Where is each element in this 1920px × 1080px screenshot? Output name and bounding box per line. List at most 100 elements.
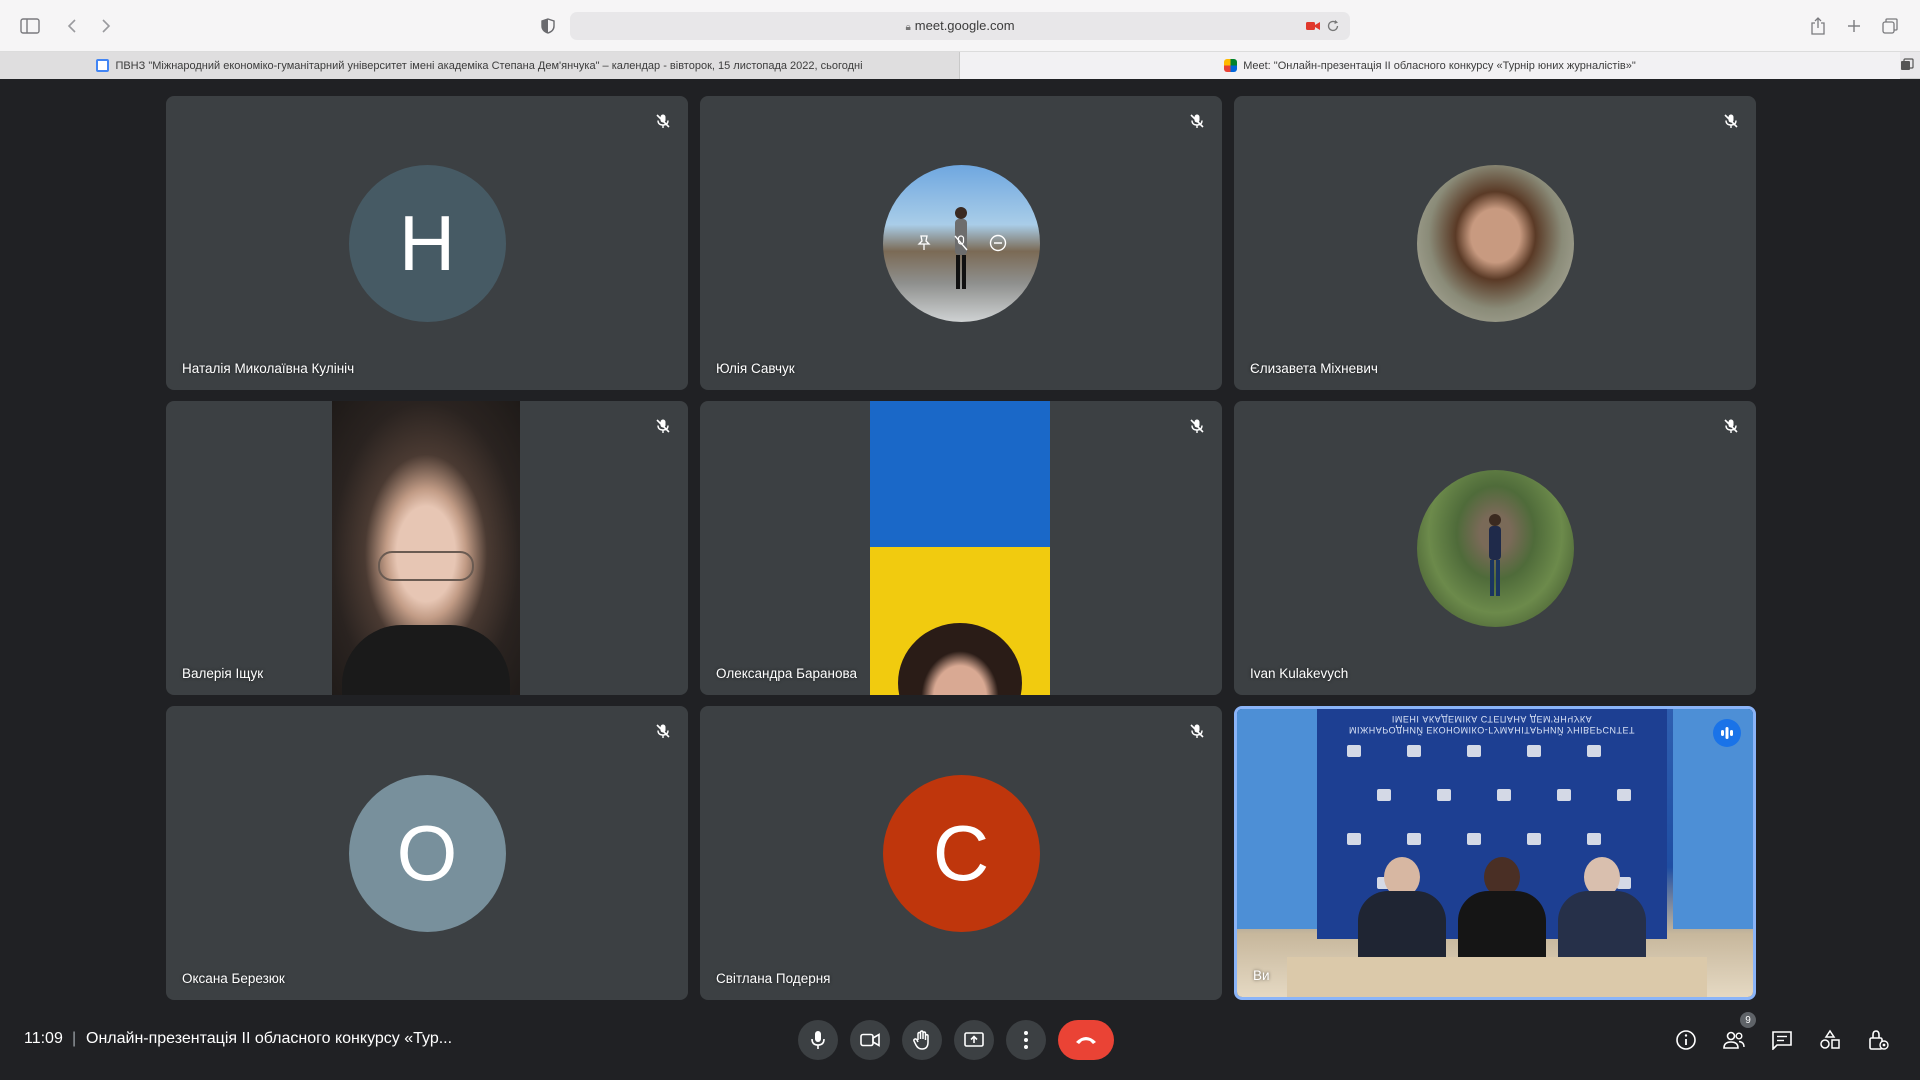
clock: 11:09 (24, 1030, 63, 1047)
participant-name: Світлана Подерня (716, 971, 831, 986)
meeting-details-button[interactable] (1672, 1026, 1700, 1054)
participant-name: Валерія Іщук (182, 666, 264, 681)
meeting-title: Онлайн-презентація ІІ обласного конкурсу… (86, 1030, 453, 1047)
logo-mark (1377, 789, 1391, 801)
logo-mark (1617, 789, 1631, 801)
participant-tile[interactable]: Н Наталія Миколаївна Кулініч (166, 96, 688, 390)
google-calendar-icon (96, 59, 110, 72)
camera-in-use-icon[interactable] (1306, 21, 1320, 31)
back-icon[interactable] (60, 14, 84, 38)
camera-button[interactable] (850, 1020, 890, 1060)
browser-toolbar: 🔒︎ meet.google.com (0, 0, 1920, 52)
tab-meet[interactable]: Meet: "Онлайн-презентація ІІ обласного к… (960, 52, 1900, 79)
address-text: 🔒︎ meet.google.com (570, 18, 1350, 33)
participant-tile[interactable]: С Світлана Подерня (700, 706, 1222, 1000)
forward-icon[interactable] (94, 14, 118, 38)
participant-grid: Н Наталія Миколаївна Кулініч Юлія Савчук… (166, 96, 1756, 1000)
participant-name: Єлизавета Міхневич (1250, 361, 1378, 376)
new-tab-icon[interactable] (1842, 14, 1866, 38)
video-detail (342, 625, 510, 695)
participant-name: Ви (1253, 968, 1270, 983)
participant-video (870, 401, 1050, 695)
microphone-button[interactable] (798, 1020, 838, 1060)
video-detail (1452, 857, 1552, 967)
chat-icon (1772, 1031, 1792, 1050)
logo-mark (1557, 789, 1571, 801)
leave-call-button[interactable] (1058, 1020, 1114, 1060)
pin-icon[interactable] (913, 232, 935, 254)
logo-mark (1407, 833, 1421, 845)
participant-tile[interactable]: Валерія Іщук (166, 401, 688, 695)
avatar: С (882, 774, 1040, 932)
more-options-button[interactable] (1006, 1020, 1046, 1060)
more-vert-icon (1024, 1031, 1028, 1049)
participant-name: Наталія Миколаївна Кулініч (182, 361, 355, 376)
logo-mark (1407, 745, 1421, 757)
mic-off-icon (1186, 720, 1208, 742)
tile-hover-controls (901, 225, 1021, 261)
avatar (882, 164, 1040, 322)
reload-icon[interactable] (1326, 19, 1340, 33)
privacy-shield-icon[interactable] (536, 14, 560, 38)
activities-button[interactable] (1816, 1026, 1844, 1054)
tab-meet-label: Meet: "Онлайн-презентація ІІ обласного к… (1243, 59, 1636, 72)
mic-off-icon (652, 415, 674, 437)
mic-off-icon (1186, 110, 1208, 132)
press-wall-text: МІЖНАРОДНИЙ ЕКОНОМІКО-ГУМАНІТАРНИЙ УНІВЕ… (1348, 714, 1636, 735)
video-detail (378, 551, 474, 581)
raise-hand-button[interactable] (902, 1020, 942, 1060)
participant-name: Оксана Березюк (182, 971, 285, 986)
video-detail (1352, 857, 1452, 967)
logo-mark (1467, 745, 1481, 757)
remove-participant-icon[interactable] (987, 232, 1009, 254)
logo-mark (1587, 833, 1601, 845)
separator: | (72, 1030, 77, 1047)
mic-off-icon (652, 720, 674, 742)
avatar (1416, 469, 1574, 627)
video-detail (1552, 857, 1652, 967)
people-button[interactable] (1720, 1026, 1748, 1054)
host-controls-icon (1869, 1030, 1889, 1050)
participant-tile[interactable]: О Оксана Березюк (166, 706, 688, 1000)
chat-button[interactable] (1768, 1026, 1796, 1054)
video-detail (1673, 709, 1753, 929)
sidebar-toggle-icon[interactable] (18, 14, 42, 38)
speaking-indicator-icon (1713, 719, 1741, 747)
logo-mark (1437, 789, 1451, 801)
avatar: Н (348, 164, 506, 322)
host-controls-button[interactable] (1864, 1026, 1892, 1054)
self-video: МІЖНАРОДНИЙ ЕКОНОМІКО-ГУМАНІТАРНИЙ УНІВЕ… (1237, 709, 1753, 997)
participant-video (332, 401, 520, 695)
share-icon[interactable] (1806, 14, 1830, 38)
address-bar[interactable]: 🔒︎ meet.google.com (570, 12, 1350, 40)
activities-icon (1820, 1029, 1840, 1049)
tab-overview-icon[interactable] (1878, 14, 1902, 38)
mic-off-icon (652, 110, 674, 132)
tab-calendar[interactable]: ПВНЗ "Міжнародний економіко-гуманітарний… (0, 52, 960, 79)
logo-mark (1587, 745, 1601, 757)
tab-sidebar-icon[interactable] (1900, 58, 1914, 72)
mic-off-icon (1186, 415, 1208, 437)
present-screen-button[interactable] (954, 1020, 994, 1060)
logo-mark (1527, 833, 1541, 845)
participant-tile[interactable]: Єлизавета Міхневич (1234, 96, 1756, 390)
mute-participant-icon[interactable] (950, 232, 972, 254)
participant-tile[interactable]: Олександра Баранова (700, 401, 1222, 695)
logo-mark (1527, 745, 1541, 757)
self-tile[interactable]: МІЖНАРОДНИЙ ЕКОНОМІКО-ГУМАНІТАРНИЙ УНІВЕ… (1234, 706, 1756, 1000)
video-detail (1287, 957, 1707, 997)
tab-calendar-label: ПВНЗ "Міжнародний економіко-гуманітарний… (115, 59, 863, 72)
microphone-icon (811, 1031, 825, 1049)
present-screen-icon (964, 1032, 984, 1047)
camera-icon (860, 1033, 880, 1047)
logo-mark (1497, 789, 1511, 801)
participant-tile[interactable]: Ivan Kulakevych (1234, 401, 1756, 695)
lock-icon: 🔒︎ (905, 22, 911, 33)
participant-count-badge: 9 (1740, 1012, 1756, 1028)
participant-tile[interactable]: Юлія Савчук (700, 96, 1222, 390)
participant-name: Ivan Kulakevych (1250, 666, 1349, 681)
logo-mark (1467, 833, 1481, 845)
avatar (1416, 164, 1574, 322)
meet-control-bar: 11:09 | Онлайн-презентація ІІ обласного … (0, 1000, 1920, 1080)
google-meet-icon (1224, 59, 1238, 72)
